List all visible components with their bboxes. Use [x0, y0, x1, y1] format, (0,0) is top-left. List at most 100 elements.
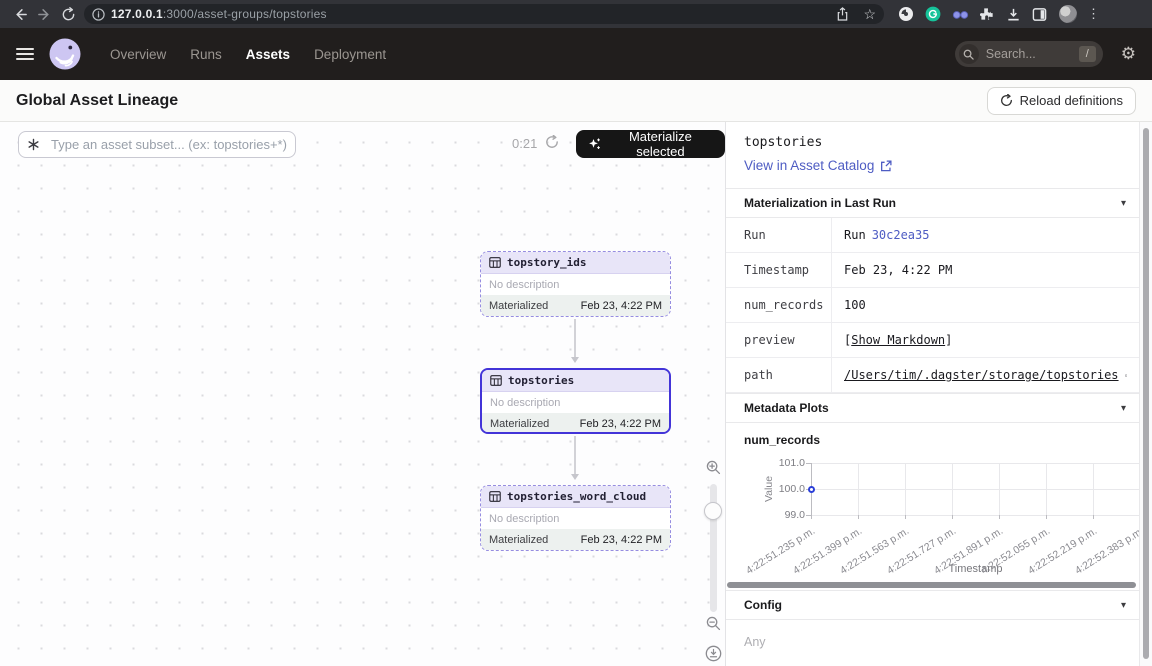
nav-item-overview[interactable]: Overview	[100, 41, 176, 68]
browser-reload-icon[interactable]	[56, 2, 80, 26]
row-value: [ Show Markdown ]	[831, 323, 1139, 357]
section-header-config[interactable]: Config ▾	[726, 590, 1152, 620]
reload-definitions-label: Reload definitions	[1020, 93, 1123, 108]
chart-xtick-mark	[1093, 515, 1094, 519]
row-value: /Users/tim/.dagster/storage/topstories	[831, 358, 1139, 392]
graph-refresh-icon[interactable]	[545, 135, 559, 149]
row-value: Run 30c2ea35	[831, 218, 1139, 252]
chart-vgridline	[1093, 463, 1094, 515]
chart-xtick-mark	[811, 515, 812, 519]
extension-grammarly-icon[interactable]	[925, 6, 941, 22]
copy-icon[interactable]	[1125, 369, 1127, 382]
chart-vgridline	[952, 463, 953, 515]
browser-forward-icon[interactable]	[32, 2, 56, 26]
asset-node-name: topstories	[508, 374, 574, 387]
catalog-link-label: View in Asset Catalog	[744, 158, 874, 173]
panel-scrollbar-thumb[interactable]	[1143, 128, 1149, 659]
table-row-run: Run Run 30c2ea35	[726, 218, 1139, 253]
bookmark-star-icon[interactable]: ☆	[863, 7, 876, 21]
metadata-chart: Value Timestamp 101.0100.099.04:22:51.23…	[726, 451, 1139, 579]
browser-back-icon[interactable]	[8, 2, 32, 26]
downloads-icon[interactable]	[1006, 7, 1021, 22]
extension-clock-icon[interactable]	[898, 6, 914, 22]
table-icon	[489, 491, 501, 502]
search-placeholder: Search...	[986, 47, 1036, 61]
chart-ytick-label: 101.0	[753, 457, 805, 469]
nav-item-runs[interactable]: Runs	[180, 41, 232, 68]
nav-item-deployment[interactable]: Deployment	[304, 41, 396, 68]
page-info-icon[interactable]	[92, 8, 105, 21]
row-value: 100	[831, 288, 1139, 322]
asset-node-status: Materialized	[489, 534, 548, 546]
asset-node-topstory_ids[interactable]: topstory_ids No description Materialized…	[480, 251, 671, 317]
hamburger-menu-icon[interactable]	[16, 45, 34, 63]
panel-scrollbar-track[interactable]	[1139, 122, 1152, 666]
asset-node-header: topstory_ids	[481, 252, 670, 274]
browser-profile-avatar[interactable]	[1059, 5, 1077, 23]
chart-vgridline	[1046, 463, 1047, 515]
section-title: Metadata Plots	[744, 401, 829, 415]
chart-hgridline	[811, 463, 1140, 464]
zoom-in-icon[interactable]	[706, 460, 721, 475]
page-header: Global Asset Lineage Reload definitions	[0, 80, 1152, 122]
side-panel-icon[interactable]	[1032, 7, 1047, 22]
asset-node-header: topstories_word_cloud	[481, 486, 670, 508]
row-key: Timestamp	[726, 253, 831, 287]
chart-horizontal-scrollbar	[726, 581, 1139, 590]
table-row-path: path /Users/tim/.dagster/storage/topstor…	[726, 358, 1139, 393]
dagster-logo[interactable]	[48, 37, 82, 71]
url-host: 127.0.0.1	[111, 7, 163, 21]
search-icon	[959, 44, 979, 64]
asset-node-description: No description	[482, 392, 669, 413]
chart-vgridline	[999, 463, 1000, 515]
browser-toolbar: 127.0.0.1:3000/asset-groups/topstories ☆…	[0, 0, 1152, 28]
bracket-close: ]	[945, 333, 952, 347]
asset-node-footer: Materialized Feb 23, 4:22 PM	[481, 295, 670, 316]
extensions-puzzle-icon[interactable]	[980, 7, 995, 22]
zoom-to-fit-icon[interactable]	[705, 645, 722, 662]
global-search-input[interactable]: Search... /	[955, 41, 1103, 67]
row-key: path	[726, 358, 831, 392]
metadata-table: Run Run 30c2ea35 Timestamp Feb 23, 4:22 …	[726, 218, 1152, 393]
asset-details-panel: topstories View in Asset Catalog Materia…	[725, 122, 1152, 666]
zoom-slider-handle[interactable]	[704, 502, 722, 520]
asset-node-timestamp: Feb 23, 4:22 PM	[581, 300, 662, 312]
asset-node-topstories[interactable]: topstories No description Materialized F…	[480, 368, 671, 434]
horizontal-scrollbar-thumb[interactable]	[727, 582, 1136, 588]
path-link[interactable]: /Users/tim/.dagster/storage/topstories	[844, 368, 1119, 382]
run-id-link[interactable]: 30c2ea35	[872, 228, 930, 242]
section-header-materialization[interactable]: Materialization in Last Run ▾	[726, 188, 1152, 218]
settings-gear-icon[interactable]: ⚙	[1121, 44, 1136, 64]
asset-node-name: topstories_word_cloud	[507, 490, 646, 503]
asset-node-status: Materialized	[489, 300, 548, 312]
selected-asset-name: topstories	[744, 135, 1134, 150]
browser-menu-icon[interactable]: ⋮	[1087, 6, 1100, 22]
chart-data-point[interactable]	[808, 486, 815, 493]
materialize-selected-button[interactable]: Materialize selected	[576, 130, 725, 158]
caret-down-icon: ▾	[1121, 600, 1126, 611]
show-markdown-link[interactable]: Show Markdown	[851, 333, 945, 347]
row-key: preview	[726, 323, 831, 357]
asset-node-topstories_word_cloud[interactable]: topstories_word_cloud No description Mat…	[480, 485, 671, 551]
edge-topstory_ids-topstories	[574, 319, 576, 361]
chart-vgridline	[905, 463, 906, 515]
share-icon[interactable]	[836, 7, 849, 21]
asset-node-timestamp: Feb 23, 4:22 PM	[581, 534, 662, 546]
nav-item-assets[interactable]: Assets	[236, 41, 300, 68]
asset-graph-panel[interactable]: 0:21 Materialize selected topstory_ids N…	[0, 122, 725, 666]
table-icon	[489, 257, 501, 268]
extension-goggles-icon[interactable]	[952, 7, 969, 21]
asset-node-status: Materialized	[490, 418, 549, 430]
zoom-out-icon[interactable]	[706, 616, 721, 631]
address-bar[interactable]: 127.0.0.1:3000/asset-groups/topstories ☆	[84, 4, 884, 24]
details-header: topstories View in Asset Catalog	[726, 122, 1152, 188]
config-value: Any	[726, 620, 1152, 666]
browser-extensions	[898, 6, 1047, 22]
reload-definitions-button[interactable]: Reload definitions	[987, 87, 1136, 115]
chart-vgridline	[858, 463, 859, 515]
row-key: num_records	[726, 288, 831, 322]
section-header-metadata-plots[interactable]: Metadata Plots ▾	[726, 393, 1152, 423]
main-content: 0:21 Materialize selected topstory_ids N…	[0, 122, 1152, 666]
view-in-asset-catalog-link[interactable]: View in Asset Catalog	[744, 158, 892, 173]
asset-subset-input[interactable]	[18, 131, 296, 158]
